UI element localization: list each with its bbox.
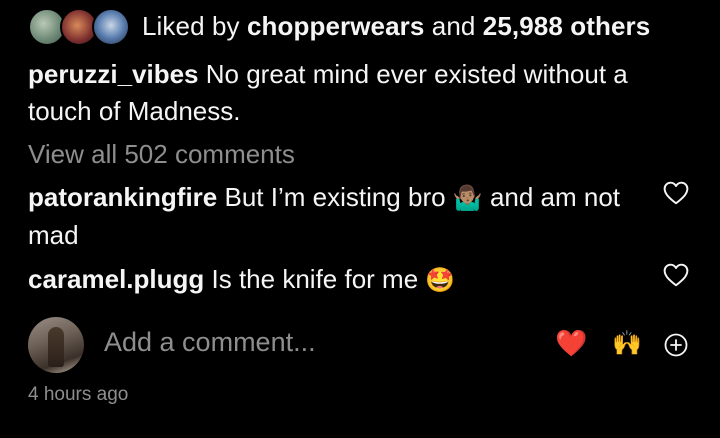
- liker-avatars: [28, 6, 130, 46]
- raising-hands-reaction[interactable]: 🙌: [612, 329, 642, 357]
- add-comment-input[interactable]: Add a comment...: [104, 327, 316, 358]
- comment-username[interactable]: caramel.plugg: [28, 264, 204, 294]
- post-timestamp: 4 hours ago: [28, 384, 129, 405]
- shrug-emoji: 🤷🏽‍♂️: [452, 184, 483, 212]
- current-user-avatar[interactable]: [28, 317, 84, 373]
- comment-item: caramel.plugg Is the knife for me 🤩: [28, 261, 628, 299]
- likes-middle: and: [424, 10, 483, 41]
- post-caption: peruzzi_vibes No great mind ever existed…: [28, 56, 678, 130]
- view-all-comments-link[interactable]: View all 502 comments: [28, 139, 295, 170]
- liker-username[interactable]: chopperwears: [247, 11, 425, 41]
- likes-row[interactable]: Liked by chopperwears and 25,988 others: [28, 6, 650, 46]
- likes-prefix: Liked by: [142, 10, 247, 41]
- comment-item: patorankingfire But I’m existing bro 🤷🏽‍…: [28, 179, 628, 254]
- avatar-figure: [48, 327, 64, 367]
- liker-avatar: [92, 8, 130, 46]
- star-struck-emoji: 🤩: [425, 266, 456, 294]
- plus-circle-icon[interactable]: [664, 333, 688, 357]
- caption-username[interactable]: peruzzi_vibes: [28, 59, 199, 89]
- red-heart-reaction[interactable]: ❤️: [555, 329, 587, 359]
- comment-username[interactable]: patorankingfire: [28, 182, 217, 212]
- post-footer: Liked by chopperwears and 25,988 others …: [0, 0, 720, 438]
- likes-count[interactable]: 25,988 others: [483, 11, 651, 41]
- heart-outline-icon[interactable]: [663, 181, 689, 205]
- heart-outline-icon[interactable]: [663, 263, 689, 287]
- comment-text: But I’m existing bro: [224, 182, 446, 212]
- likes-summary[interactable]: Liked by chopperwears and 25,988 others: [142, 11, 650, 42]
- comment-text: Is the knife for me: [211, 264, 419, 294]
